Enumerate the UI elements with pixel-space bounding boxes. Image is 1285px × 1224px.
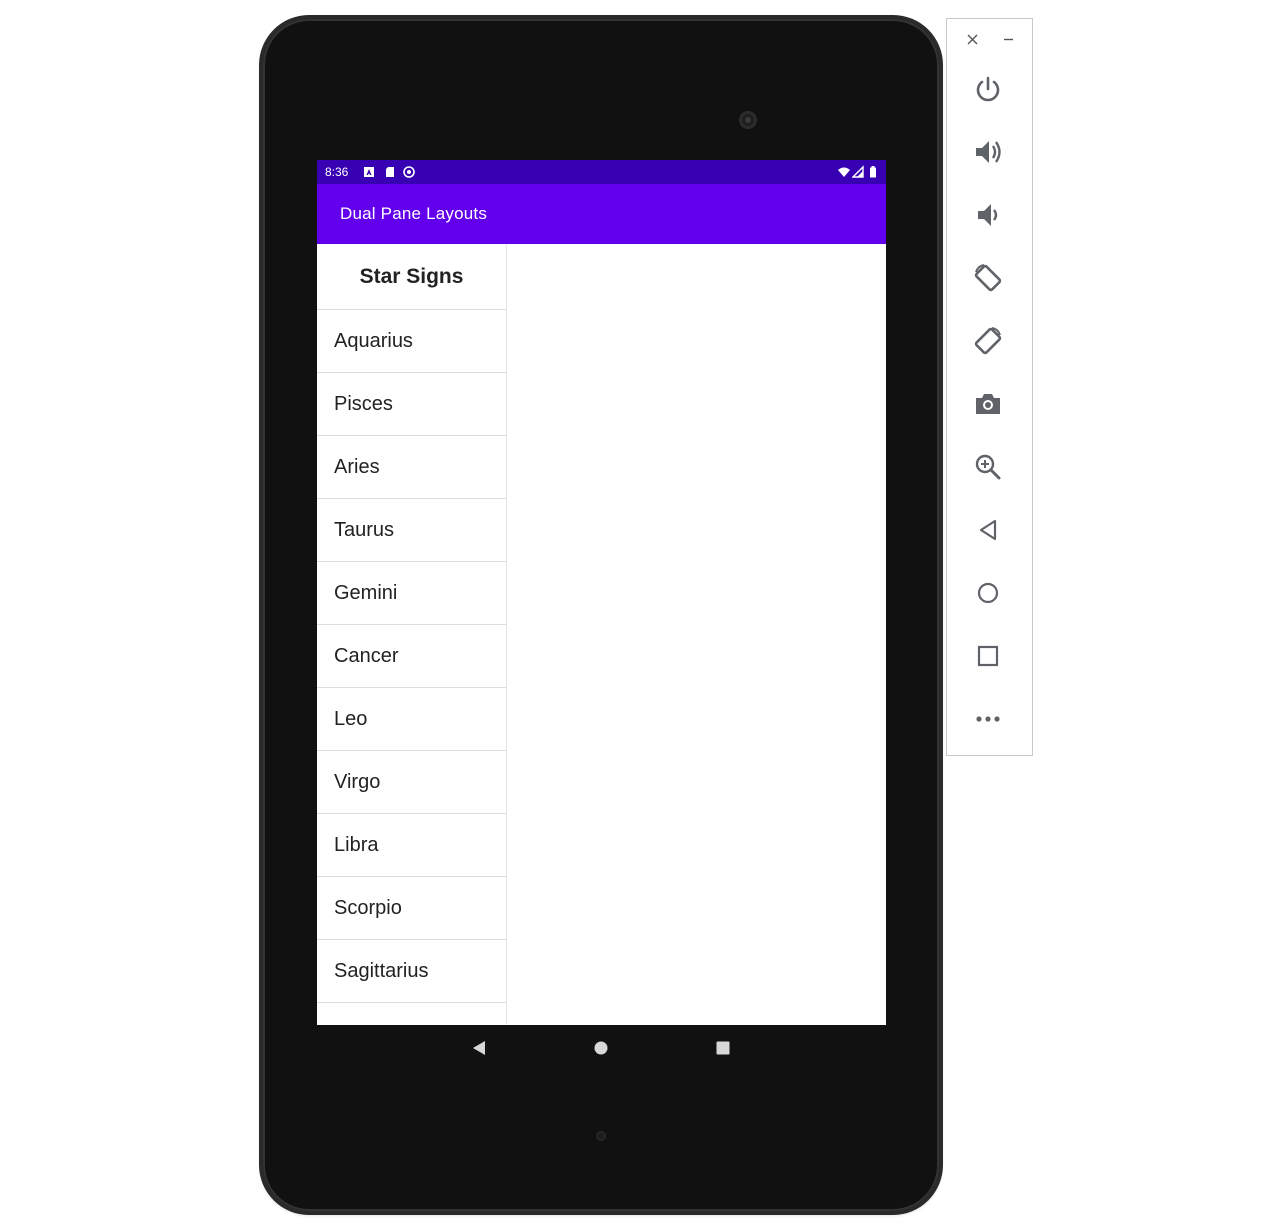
list-item-scorpio[interactable]: Scorpio (317, 877, 506, 940)
status-bar: 8:36 (317, 160, 886, 184)
list-item-label: Scorpio (334, 896, 402, 919)
list-item-label: Taurus (334, 518, 395, 541)
star-signs-list: Star Signs Aquarius Pisces Aries Taurus … (317, 244, 507, 1025)
list-item-aries[interactable]: Aries (317, 436, 506, 499)
device-screen: 8:36 Dual Pane Layouts Star Signs Aquari… (317, 160, 886, 1025)
list-item-pisces[interactable]: Pisces (317, 373, 506, 436)
list-item-label: Virgo (334, 770, 381, 793)
list-item-sagittarius[interactable]: Sagittarius (317, 940, 506, 1003)
list-item-label: Sagittarius (334, 959, 429, 982)
list-item-label: Gemini (334, 581, 398, 604)
volume-up-icon[interactable] (968, 132, 1008, 172)
list-item-gemini[interactable]: Gemini (317, 562, 506, 625)
volume-down-icon[interactable] (968, 195, 1008, 235)
list-item-label: Leo (334, 707, 368, 730)
sync-icon (403, 166, 415, 178)
back-icon[interactable] (968, 510, 1008, 550)
front-camera (739, 111, 757, 129)
close-icon[interactable] (962, 29, 982, 49)
list-item-label: Libra (334, 833, 379, 856)
app-toolbar: Dual Pane Layouts (317, 184, 886, 244)
list-item-leo[interactable]: Leo (317, 688, 506, 751)
rotate-left-icon[interactable] (968, 258, 1008, 298)
list-item-virgo[interactable]: Virgo (317, 751, 506, 814)
signal-icon (852, 165, 864, 178)
nav-overview-icon[interactable] (716, 1041, 730, 1055)
list-header-title: Star Signs (359, 264, 464, 288)
minimize-icon[interactable] (998, 29, 1018, 49)
sd-card-icon (386, 167, 394, 177)
list-item-cancer[interactable]: Cancer (317, 625, 506, 688)
emulator-side-panel (946, 18, 1033, 756)
list-item-label: Aries (334, 455, 380, 478)
status-time: 8:36 (325, 165, 349, 179)
overview-icon[interactable] (968, 636, 1008, 676)
list-item-aquarius[interactable]: Aquarius (317, 310, 506, 373)
camera-icon[interactable] (968, 384, 1008, 424)
list-item-label: Pisces (334, 392, 393, 415)
list-item-taurus[interactable]: Taurus (317, 499, 506, 562)
list-header: Star Signs (317, 244, 506, 310)
zoom-icon[interactable] (968, 447, 1008, 487)
rotate-right-icon[interactable] (968, 321, 1008, 361)
more-icon[interactable] (968, 699, 1008, 739)
list-item-label: Cancer (334, 644, 399, 667)
battery-icon (870, 166, 876, 178)
power-icon[interactable] (968, 69, 1008, 109)
list-item-label: Aquarius (334, 329, 413, 352)
wifi-icon (838, 167, 850, 177)
detail-pane (507, 244, 886, 1025)
light-sensor (596, 1131, 606, 1141)
nav-back-icon[interactable] (472, 1040, 486, 1056)
nav-home-icon[interactable] (594, 1041, 608, 1055)
list-item-libra[interactable]: Libra (317, 814, 506, 877)
home-icon[interactable] (968, 573, 1008, 613)
notification-a-icon (364, 167, 374, 177)
app-title: Dual Pane Layouts (340, 204, 488, 223)
